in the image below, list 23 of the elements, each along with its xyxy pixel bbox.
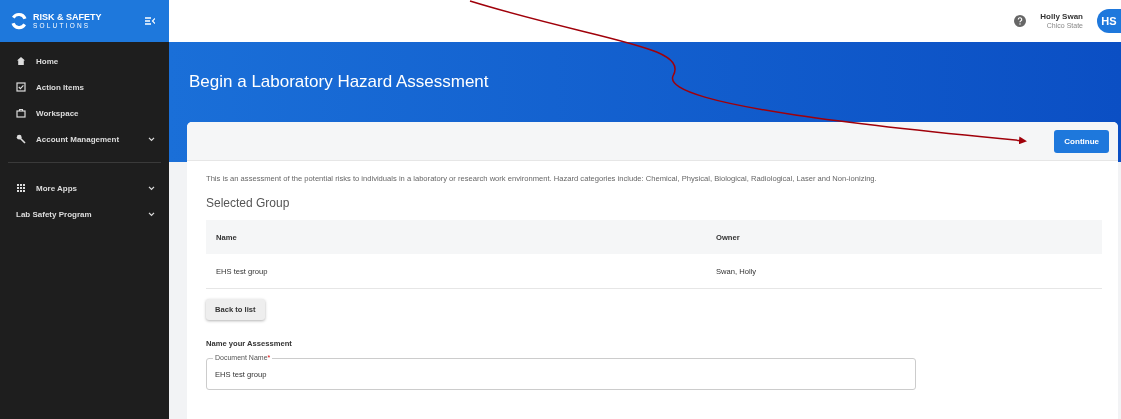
continue-button[interactable]: Continue <box>1054 129 1109 153</box>
help-icon[interactable] <box>1014 15 1027 27</box>
nav-item[interactable]: Home <box>0 48 169 74</box>
home-icon <box>16 56 26 66</box>
briefcase-icon <box>16 108 26 118</box>
logo-title: RISK & SAFETY <box>33 12 102 22</box>
logo-icon <box>10 12 28 30</box>
nav-item[interactable]: Action Items <box>0 74 169 100</box>
key-icon <box>16 134 26 144</box>
nav-item[interactable]: Account Management <box>0 126 169 152</box>
collapse-menu-icon[interactable] <box>145 17 155 25</box>
user-name: Holly Swan <box>1040 12 1083 22</box>
nav-item[interactable]: Lab Safety Program <box>0 201 169 227</box>
nav-item[interactable]: Workspace <box>0 100 169 126</box>
nav-item[interactable]: More Apps <box>0 175 169 201</box>
grid-icon <box>16 183 26 193</box>
checkbox-icon <box>16 82 26 92</box>
chevron-down-icon <box>148 211 155 217</box>
chevron-down-icon <box>148 185 155 191</box>
section-title: Selected Group <box>206 196 291 211</box>
page-title: Begin a Laboratory Hazard Assessment <box>189 71 490 92</box>
user-avatar[interactable]: HS <box>1097 9 1121 33</box>
chevron-down-icon <box>148 136 155 142</box>
